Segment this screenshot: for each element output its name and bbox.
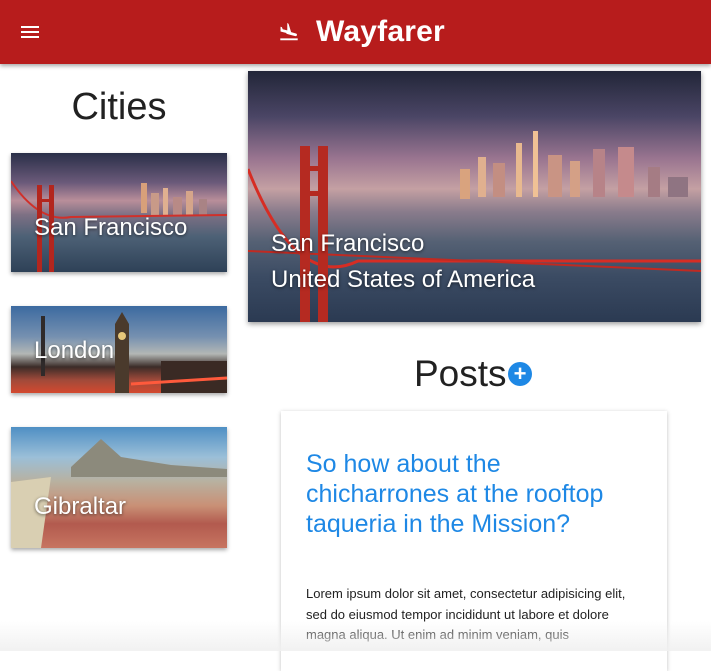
city-label: Gibraltar: [34, 493, 127, 520]
add-post-button[interactable]: +: [508, 362, 532, 386]
post-title-link[interactable]: So how about the chicharrones at the roo…: [306, 449, 636, 539]
city-label: San Francisco: [34, 214, 188, 241]
hero-country-name: United States of America: [271, 266, 536, 293]
cities-heading: Cities: [71, 86, 167, 128]
app-bar: Wayfarer: [0, 0, 711, 64]
plane-landing-icon: [280, 22, 298, 41]
city-card-london[interactable]: London: [11, 306, 227, 393]
post-card: So how about the chicharrones at the roo…: [281, 411, 667, 671]
gibraltar-photo: [11, 439, 227, 548]
post-body: Lorem ipsum dolor sit amet, consectetur …: [306, 586, 626, 642]
app-title: Wayfarer: [316, 15, 445, 48]
add-circle-icon: +: [513, 361, 527, 386]
hamburger-menu-icon[interactable]: [21, 24, 39, 38]
hero-city-banner: San Francisco United States of America: [248, 71, 701, 322]
city-card-gibraltar[interactable]: Gibraltar: [11, 427, 227, 548]
brand[interactable]: Wayfarer: [278, 14, 445, 50]
posts-heading: Posts: [414, 353, 507, 394]
city-card-san-francisco[interactable]: San Francisco: [11, 153, 227, 272]
hero-city-name: San Francisco: [271, 230, 425, 257]
san-francisco-photo: [11, 180, 227, 272]
city-label: London: [34, 337, 115, 364]
